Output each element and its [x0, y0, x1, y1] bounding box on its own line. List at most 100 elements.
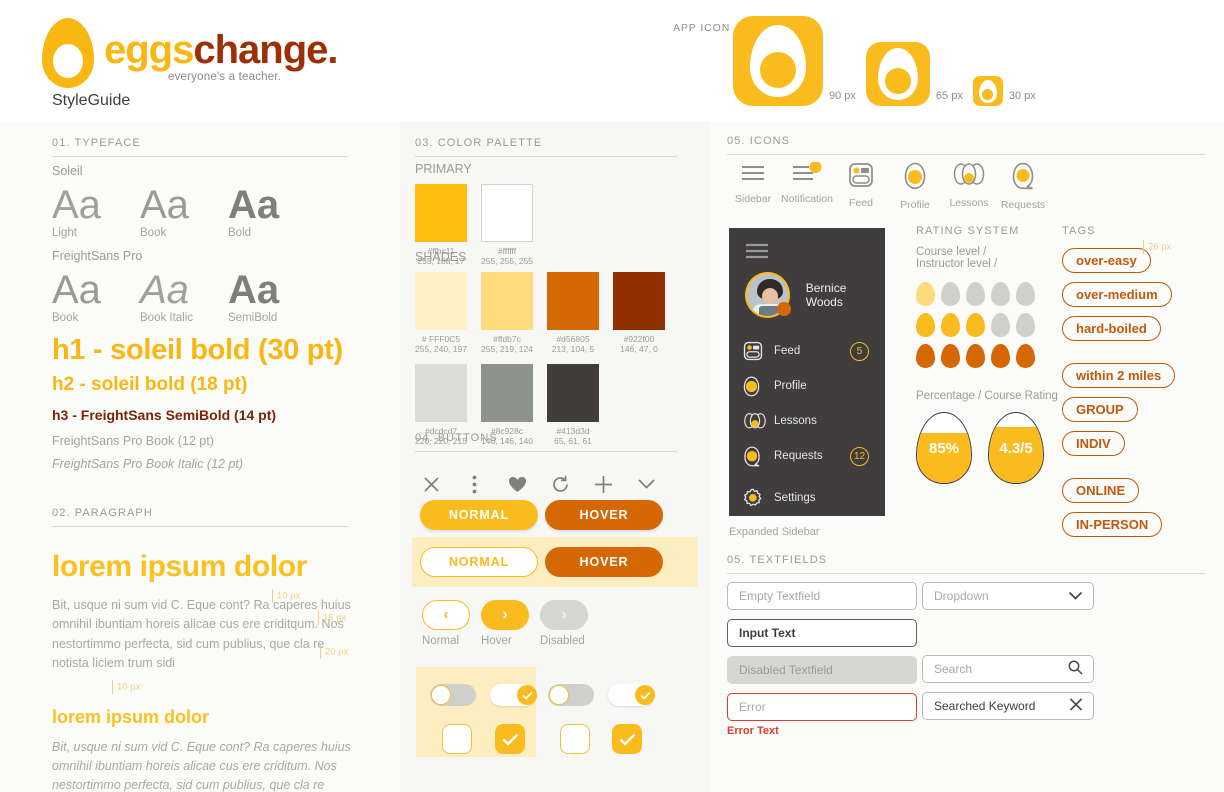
search-field[interactable]: Search — [922, 655, 1094, 683]
requests-icon — [744, 445, 760, 467]
toggle-off-highlight[interactable] — [430, 684, 476, 706]
checkbox-unchecked[interactable] — [560, 724, 590, 754]
arrow-caption: Normal — [422, 635, 460, 647]
paragraph-body-2: Bit, usque ni sum vid C. Eque cont? Ra c… — [52, 739, 351, 792]
sidebar-item-lessons[interactable]: Lessons — [729, 406, 885, 436]
egg-logo-icon — [42, 18, 94, 88]
divider — [52, 526, 348, 527]
spacing-annotation-20: 20 px — [320, 645, 348, 659]
plus-icon[interactable] — [582, 470, 625, 498]
heart-icon[interactable] — [496, 470, 539, 498]
palette-shades-label: SHADES — [415, 250, 467, 264]
refresh-icon[interactable] — [539, 470, 582, 498]
sidebar-item-profile[interactable]: Profile — [729, 371, 885, 401]
icon-label: Feed — [849, 197, 873, 209]
error-textfield-placeholder: Error — [739, 700, 766, 714]
section-buttons-title: 04. BUTTONS — [415, 432, 498, 444]
font-sample: Aa SemiBold — [228, 269, 316, 324]
font-weight-label: Bold — [228, 227, 252, 239]
swatch-chip — [481, 184, 533, 242]
swatch-hex: #922f00 — [623, 334, 655, 344]
tag-over-easy[interactable]: over-easy — [1062, 248, 1151, 273]
button-normal-outline[interactable]: NORMAL — [420, 547, 538, 577]
tag-within-2-miles[interactable]: within 2 miles — [1062, 363, 1176, 388]
searched-keyword-field[interactable]: Searched Keyword — [922, 692, 1094, 720]
dropdown-field[interactable]: Dropdown — [922, 582, 1094, 610]
sidebar-item-label: Lessons — [774, 415, 817, 427]
font-weight-label: SemiBold — [228, 312, 278, 324]
sidebar-user[interactable]: Bernice Woods — [745, 272, 885, 318]
more-vertical-icon[interactable] — [453, 470, 496, 498]
spacing-annotation-10b: 10 px — [112, 680, 140, 694]
font-glyph: Aa — [140, 268, 189, 312]
icon-gallery: Sidebar Notification Feed Profile Lesson… — [726, 161, 1050, 211]
empty-textfield-placeholder: Empty Textfield — [739, 589, 821, 603]
chevron-down-icon[interactable] — [625, 470, 668, 498]
rating-percentage-label: Percentage / Course Rating — [916, 390, 1058, 402]
close-icon[interactable] — [1069, 698, 1083, 715]
checkbox-checked[interactable] — [612, 724, 642, 754]
button-hover-filled[interactable]: HOVER — [545, 500, 663, 530]
swatch-chip — [547, 364, 599, 422]
expanded-sidebar-mock: Bernice Woods Feed 5 Profile Lessons Req… — [729, 228, 885, 516]
icon-item-lessons[interactable]: Lessons — [942, 162, 996, 211]
icon-item-feed[interactable]: Feed — [834, 162, 888, 211]
icon-item-sidebar[interactable]: Sidebar — [726, 162, 780, 211]
notification-icon — [793, 161, 822, 181]
tag-online[interactable]: ONLINE — [1062, 478, 1140, 503]
empty-textfield[interactable]: Empty Textfield — [727, 582, 917, 610]
section-typeface-title: 01. TYPEFACE — [52, 137, 141, 149]
toggle-off[interactable] — [548, 684, 594, 706]
checkbox-checked-highlight[interactable] — [495, 724, 525, 754]
sidebar-item-requests[interactable]: Requests 12 — [729, 441, 885, 471]
arrow-button-hover[interactable]: › — [481, 600, 529, 630]
icon-label: Notification — [781, 193, 833, 205]
close-icon[interactable] — [410, 470, 453, 498]
input-textfield[interactable]: Input Text — [727, 619, 917, 647]
tag-in-person[interactable]: IN-PERSON — [1062, 512, 1163, 537]
sidebar-item-feed[interactable]: Feed 5 — [729, 336, 885, 366]
tag-hard-boiled[interactable]: hard-boiled — [1062, 316, 1161, 341]
app-icon-size-label: 65 px — [935, 90, 963, 102]
swatch-row-shades-1: # FFF0C5 255, 240, 197 #ffdb7c 255, 219,… — [415, 272, 665, 354]
chevron-down-icon — [1068, 589, 1083, 603]
tag-indiv[interactable]: INDIV — [1062, 431, 1125, 456]
searched-keyword-value: Searched Keyword — [934, 699, 1036, 713]
rating-row-3[interactable] — [916, 344, 1058, 368]
toggle-on[interactable] — [608, 684, 655, 706]
font-sample: Aa Book Italic — [140, 269, 228, 324]
type-sample-h2: h2 - soleil bold (18 pt) — [52, 374, 248, 395]
tag-group[interactable]: GROUP — [1062, 397, 1138, 422]
color-swatch: #d56805 213, 104, 5 — [547, 272, 599, 354]
color-swatch: # FFF0C5 255, 240, 197 — [415, 272, 467, 354]
error-message: Error Text — [727, 725, 779, 737]
rating-row-1[interactable] — [916, 282, 1058, 306]
icon-item-notification[interactable]: Notification — [780, 161, 834, 211]
swatch-hex: #d56805 — [556, 334, 590, 344]
tag-over-medium[interactable]: over-medium — [1062, 282, 1172, 307]
font-sample: Aa Book — [52, 269, 140, 324]
error-textfield[interactable]: Error — [727, 693, 917, 721]
sidebar-item-settings[interactable]: Settings — [729, 483, 885, 513]
feed-icon — [849, 163, 873, 187]
sidebar-badge: 12 — [850, 446, 869, 466]
swatch-chip — [547, 272, 599, 330]
toggle-on-highlight[interactable] — [490, 684, 537, 706]
icon-item-profile[interactable]: Profile — [888, 162, 942, 211]
logo-word-eggs: eggs — [104, 28, 194, 72]
button-normal-filled[interactable]: NORMAL — [420, 500, 538, 530]
button-hover-outline[interactable]: HOVER — [545, 547, 663, 577]
swatch-rgb: 213, 104, 5 — [551, 344, 595, 354]
rating-subtitle-1: Course level / — [916, 246, 987, 258]
search-icon[interactable] — [1068, 660, 1083, 678]
rating-row-2[interactable] — [916, 313, 1058, 337]
tag-spacing-annotation: 26 px — [1143, 240, 1171, 254]
checkbox-unchecked-highlight[interactable] — [442, 724, 472, 754]
spacing-annotation-10a: 10 px — [272, 589, 300, 603]
font-glyph: Aa — [52, 268, 101, 312]
arrow-button-disabled: › — [540, 600, 588, 630]
swatch-chip — [415, 184, 467, 242]
arrow-button-normal[interactable]: ‹ — [422, 600, 470, 630]
icon-item-requests[interactable]: Requests — [996, 162, 1050, 211]
sidebar-hamburger-icon[interactable] — [745, 242, 769, 265]
